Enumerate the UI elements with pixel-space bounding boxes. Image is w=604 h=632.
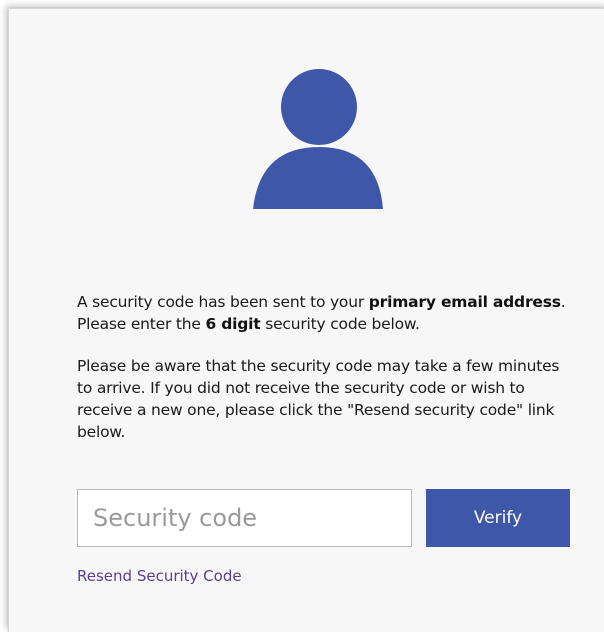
resend-security-code-link[interactable]: Resend Security Code xyxy=(77,567,242,585)
verify-button[interactable]: Verify xyxy=(426,489,570,547)
delay-notice: Please be aware that the security code m… xyxy=(77,357,560,441)
user-icon-head xyxy=(281,69,357,145)
primary-email-emphasis: primary email address xyxy=(368,293,561,311)
sent-notice: A security code has been sent to your pr… xyxy=(77,291,577,335)
instructions-text: A security code has been sent to your pr… xyxy=(77,291,577,463)
security-code-panel: A security code has been sent to your pr… xyxy=(8,8,604,632)
user-icon xyxy=(253,69,383,209)
six-digit-emphasis: 6 digit xyxy=(205,315,261,333)
sent-notice-text-3: security code below. xyxy=(260,315,420,333)
sent-notice-text: A security code has been sent to your xyxy=(77,293,369,311)
security-code-input[interactable] xyxy=(77,489,412,547)
user-icon-body xyxy=(253,147,383,209)
